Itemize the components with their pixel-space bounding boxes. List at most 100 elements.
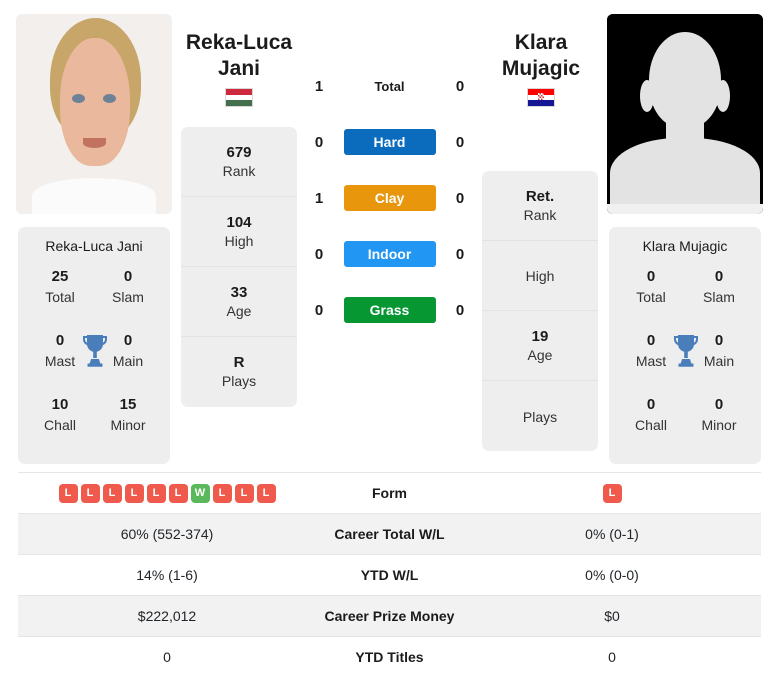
h2h-left-value: 0 [314,301,324,319]
form-badge-loss[interactable]: L [146,483,166,503]
titles-total-right: 0 Total [621,267,681,307]
info-row-age-right: 19 Age [482,311,598,381]
value-right: 0% (0-0) [463,554,761,596]
info-label: Age [527,346,553,363]
titles-mast-right: 0 Mast [621,331,681,371]
info-value: 679 [226,143,252,161]
titles-minor-left: 15 Minor [98,395,158,435]
titles-value: 0 [123,268,133,285]
row-label-career-prize-money: Career Prize Money [316,595,463,637]
portrait-shirt [31,178,157,214]
form-badge-loss[interactable]: L [168,483,188,503]
player-photo-right [607,14,763,214]
form-badge-loss[interactable]: L [124,483,144,503]
titles-label: Slam [112,289,144,305]
h2h-row-total: 1 Total 0 [306,58,473,114]
form-badge-loss[interactable]: L [212,483,232,503]
form-badge-loss[interactable]: L [80,483,100,503]
form-badge-loss[interactable]: L [58,483,78,503]
info-row-plays-left: R Plays [181,337,297,407]
titles-slam-right: 0 Slam [689,267,749,307]
info-label: High [525,268,555,284]
h2h-row-clay: 1 Clay 0 [306,170,473,226]
silhouette-ear-right [716,80,731,112]
player-comparison-panel: Reka-Luca Jani Klara Mujagic 679 Rank 10… [0,0,779,472]
info-value: R [233,354,245,371]
h2h-right-value: 0 [455,77,465,95]
info-label: Rank [222,162,256,179]
surface-badge-indoor[interactable]: Indoor [343,241,436,267]
h2h-right-value: 0 [455,189,465,207]
surface-badge-hard[interactable]: Hard [343,129,436,155]
value-left: 14% (1-6) [18,554,316,596]
table-row-ytd-wl: 14% (1-6) YTD W/L 0% (0-0) [18,554,761,596]
info-label: Plays [522,408,558,425]
portrait-eye-right [103,94,116,103]
titles-card-right: Klara Mujagic 0 Total 0 Slam 0 Mast 0 Ma… [609,227,761,464]
comparison-stats-table: LLLLLLWLLL Form L 60% (552-374) Career T… [18,472,761,678]
titles-mast-left: 0 Mast [30,331,90,371]
titles-value: 25 [51,268,69,285]
h2h-left-value: 1 [314,189,324,207]
titles-total-left: 25 Total [30,267,90,307]
player-name-left: Reka-Luca Jani [164,30,314,82]
info-label: High [224,232,254,249]
h2h-right-value: 0 [455,301,465,319]
surface-badge-clay[interactable]: Clay [343,185,436,211]
row-label-ytd-titles: YTD Titles [316,636,463,678]
titles-slam-left: 0 Slam [98,267,158,307]
titles-minor-right: 0 Minor [689,395,749,435]
titles-label: Mast [635,353,667,369]
h2h-left-value: 1 [314,77,324,95]
form-badge-win[interactable]: W [190,483,210,503]
table-row-career-prize-money: $222,012 Career Prize Money $0 [18,595,761,637]
form-badge-loss[interactable]: L [234,483,254,503]
titles-chall-right: 0 Chall [621,395,681,435]
titles-label: Chall [44,417,76,433]
silhouette-base [607,204,763,214]
form-badge-loss[interactable]: L [102,483,122,503]
info-row-high-right: High [482,241,598,311]
info-value: Ret. [525,187,555,205]
h2h-label-total: Total [374,78,405,94]
h2h-row-hard: 0 Hard 0 [306,114,473,170]
titles-value: 0 [55,332,65,349]
silhouette-shoulders [610,138,760,214]
info-row-age-left: 33 Age [181,267,297,337]
form-badge-loss[interactable]: L [256,483,276,503]
titles-value: 0 [646,268,656,285]
player-name-left-line2: Jani [217,57,261,80]
titles-card-player-name: Klara Mujagic [642,238,728,254]
value-left: $222,012 [18,595,316,637]
h2h-right-value: 0 [455,133,465,151]
form-badge-loss[interactable]: L [602,483,622,503]
titles-label: Chall [635,417,667,433]
h2h-left-value: 0 [314,133,324,151]
player-name-right: Klara Mujagic [466,30,616,82]
row-label-form: Form [316,472,463,514]
h2h-left-value: 0 [314,245,324,263]
portrait-eye-left [72,94,85,103]
player-name-left-line1: Reka-Luca [185,31,293,54]
trophy-icon [83,335,107,367]
value-right: $0 [463,595,761,637]
info-label: Age [226,302,252,319]
silhouette-avatar-icon [607,14,763,214]
head-to-head-column: 1 Total 0 0 Hard 0 1 Clay 0 0 Indoor 0 0… [306,58,473,338]
titles-label: Slam [703,289,735,305]
info-card-left: 679 Rank 104 High 33 Age R Plays [181,127,297,407]
titles-label: Total [636,289,666,305]
titles-card-left: Reka-Luca Jani 25 Total 0 Slam 0 Mast 0 … [18,227,170,464]
titles-label: Minor [110,417,146,433]
titles-label: Mast [44,353,76,369]
titles-value: 0 [714,396,724,413]
form-strip-right: L [463,483,761,503]
titles-chall-left: 10 Chall [30,395,90,435]
info-row-plays-right: Plays [482,381,598,451]
h2h-right-value: 0 [455,245,465,263]
surface-badge-grass[interactable]: Grass [343,297,436,323]
value-left: 0 [18,636,316,678]
info-row-rank-left: 679 Rank [181,127,297,197]
flag-croatia-icon [527,88,555,107]
player-name-right-line2: Mujagic [501,57,581,80]
